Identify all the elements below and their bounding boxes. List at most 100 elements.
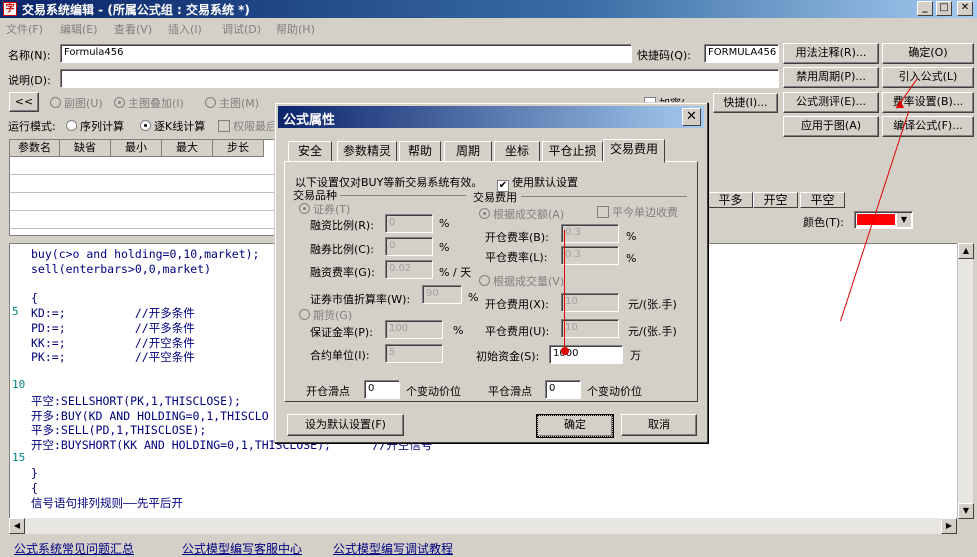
- market-value-input[interactable]: 90: [422, 285, 462, 304]
- run-mode-series[interactable]: 序列计算: [66, 118, 124, 134]
- link-faq[interactable]: 公式系统常见问题汇总: [14, 540, 134, 557]
- code-line[interactable]: KK:=; //开空条件: [31, 335, 195, 351]
- collapse-button[interactable]: <<: [9, 92, 39, 112]
- run-mode-bar[interactable]: 逐K线计算: [140, 118, 205, 134]
- code-line[interactable]: 开多:BUY(KD AND HOLDING=0,1,THISCLO: [31, 408, 269, 424]
- formula-properties-dialog: 公式属性 ✕ 安全 参数精灵 帮助 周期 坐标 平仓止损 交易费用 以下设置仅对…: [274, 102, 708, 443]
- close-today-checkbox[interactable]: 平今单边收费: [597, 204, 678, 220]
- link-tutorial[interactable]: 公式模型编写调试教程: [333, 540, 453, 557]
- maximize-button[interactable]: □: [936, 1, 952, 16]
- menu-help[interactable]: 帮助(H): [276, 21, 315, 37]
- tab-security[interactable]: 安全: [288, 141, 332, 162]
- code-line[interactable]: buy(c>o and holding=0,10,market);: [31, 247, 259, 261]
- code-line[interactable]: PK:=; //平空条件: [31, 349, 195, 365]
- table-row[interactable]: [10, 157, 276, 175]
- desc-input[interactable]: [60, 69, 779, 88]
- import-formula-button[interactable]: 引入公式(L): [882, 67, 974, 88]
- tab-close-long[interactable]: 平多: [708, 192, 753, 208]
- margin-ratio-input[interactable]: 0: [385, 214, 433, 233]
- compile-formula-button[interactable]: 编译公式(F)...: [882, 116, 974, 137]
- code-line[interactable]: {: [31, 291, 38, 305]
- open-fee-input[interactable]: 10: [561, 293, 619, 312]
- tab-help[interactable]: 帮助: [399, 141, 441, 162]
- deposit-input[interactable]: 100: [385, 320, 443, 339]
- code-line[interactable]: {: [31, 481, 38, 495]
- unit-label: %: [439, 217, 450, 230]
- radio-icon: [299, 203, 310, 214]
- minimize-button[interactable]: _: [917, 1, 933, 16]
- code-line[interactable]: 平多:SELL(PD,1,THISCLOSE);: [31, 422, 206, 438]
- table-row[interactable]: [10, 211, 276, 229]
- code-line[interactable]: sell(enterbars>0,0,market): [31, 262, 211, 276]
- scroll-down-icon[interactable]: ▼: [958, 503, 974, 519]
- code-line[interactable]: }: [31, 466, 38, 480]
- dialog-ok-button[interactable]: 确定: [536, 414, 614, 438]
- open-slip-input[interactable]: 0: [364, 380, 400, 399]
- scroll-right-icon[interactable]: ▶: [941, 518, 957, 534]
- radio-icon: [479, 208, 490, 219]
- menu-edit[interactable]: 编辑(E): [60, 21, 98, 37]
- scroll-up-icon[interactable]: ▲: [958, 243, 974, 259]
- securities-radio[interactable]: 证券(T): [299, 201, 350, 217]
- shortcut-input[interactable]: FORMULA456: [704, 44, 779, 63]
- view-option-main[interactable]: 主图(M): [205, 95, 259, 111]
- radio-icon: [66, 120, 77, 131]
- run-mode-perm[interactable]: 权限最后: [218, 118, 277, 134]
- menu-file[interactable]: 文件(F): [6, 21, 43, 37]
- by-amount-radio[interactable]: 根据成交额(A): [479, 206, 564, 222]
- close-button[interactable]: ✕: [957, 1, 973, 16]
- unit-label: %: [439, 241, 450, 254]
- tab-param-wizard[interactable]: 参数精灵: [337, 141, 397, 162]
- by-volume-radio[interactable]: 根据成交量(V): [479, 273, 564, 289]
- futures-radio[interactable]: 期货(G): [299, 307, 352, 323]
- link-service[interactable]: 公式模型编写客服中心: [182, 540, 302, 557]
- tab-axis[interactable]: 坐标: [494, 141, 540, 162]
- params-grid[interactable]: 参数名 缺省 最小 最大 步长: [9, 139, 277, 236]
- table-row[interactable]: [10, 175, 276, 193]
- code-line[interactable]: 平空:SELLSHORT(PK,1,THISCLOSE);: [31, 393, 241, 409]
- disable-period-button[interactable]: 禁用周期(P)...: [783, 67, 879, 88]
- tab-open-short[interactable]: 开空: [753, 192, 798, 208]
- menu-view[interactable]: 查看(V): [114, 21, 152, 37]
- formula-test-button[interactable]: 公式测评(E)...: [783, 92, 879, 113]
- radio-icon: [479, 275, 490, 286]
- apply-to-chart-button[interactable]: 应用于图(A): [783, 116, 879, 137]
- view-option-sub[interactable]: 副图(U): [50, 95, 103, 111]
- shortcut-label: 快捷码(Q):: [637, 49, 691, 62]
- close-fee-input[interactable]: 10: [561, 319, 619, 338]
- name-input[interactable]: Formula456: [60, 44, 632, 63]
- dialog-cancel-button[interactable]: 取消: [621, 414, 697, 436]
- tab-close-short[interactable]: 平空: [800, 192, 845, 208]
- chevron-down-icon[interactable]: ▼: [897, 213, 911, 227]
- initial-capital-input[interactable]: 1000: [549, 345, 623, 364]
- tab-period[interactable]: 周期: [444, 141, 492, 162]
- close-rate-input[interactable]: 0.3: [561, 246, 619, 265]
- code-line[interactable]: PD:=; //平多条件: [31, 320, 195, 336]
- color-swatch: [857, 214, 895, 225]
- scroll-left-icon[interactable]: ◀: [9, 518, 25, 534]
- open-rate-input[interactable]: 0.3: [561, 224, 619, 243]
- radio-icon: [205, 97, 216, 108]
- tab-stop-loss[interactable]: 平仓止损: [542, 141, 603, 162]
- contract-unit-input[interactable]: 5: [385, 344, 443, 363]
- vertical-scrollbar[interactable]: ▲ ▼: [957, 243, 974, 519]
- open-slip-label: 开仓滑点: [306, 385, 350, 398]
- code-line[interactable]: 信号语句排列规则——先平后开: [31, 495, 183, 511]
- short-ratio-input[interactable]: 0: [385, 237, 433, 256]
- table-row[interactable]: [10, 193, 276, 211]
- margin-fee-input[interactable]: 0.02: [385, 260, 433, 279]
- horizontal-scrollbar[interactable]: ◀ ▶: [9, 518, 957, 534]
- tab-trade-fee[interactable]: 交易费用: [603, 139, 665, 163]
- set-default-button[interactable]: 设为默认设置(F): [287, 414, 404, 436]
- color-select[interactable]: ▼: [854, 211, 913, 229]
- quick-button[interactable]: 快捷(I)...: [713, 93, 778, 113]
- close-icon[interactable]: ✕: [682, 108, 701, 126]
- ok-main-button[interactable]: 确定(O): [882, 43, 974, 64]
- close-slip-label: 平仓滑点: [488, 385, 532, 398]
- view-option-overlay[interactable]: 主图叠加(I): [114, 95, 184, 111]
- close-slip-input[interactable]: 0: [545, 380, 581, 399]
- menu-insert[interactable]: 插入(I): [168, 21, 202, 37]
- usage-note-button[interactable]: 用法注释(R)...: [783, 43, 879, 64]
- code-line[interactable]: KD:=; //开多条件: [31, 305, 195, 321]
- menu-debug[interactable]: 调试(D): [222, 21, 261, 37]
